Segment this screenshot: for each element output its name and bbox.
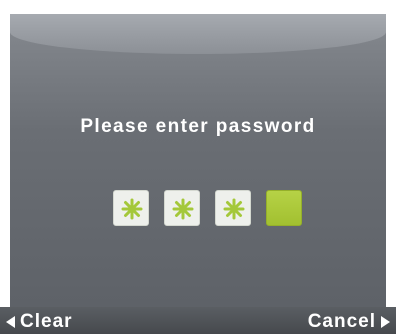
softkey-bar: Clear Cancel: [0, 307, 396, 334]
password-digit-2: [164, 190, 200, 226]
cancel-softkey[interactable]: Cancel: [308, 311, 390, 333]
asterisk-icon: [223, 198, 245, 220]
password-screen: Please enter password Clear Cancel: [0, 0, 396, 334]
panel-header: [10, 14, 386, 54]
clear-label: Clear: [20, 311, 73, 332]
clear-softkey[interactable]: Clear: [6, 311, 73, 333]
cancel-label: Cancel: [307, 311, 376, 332]
password-digit-3: [215, 190, 251, 226]
arrow-left-icon: [6, 316, 15, 328]
password-digit-4-cursor[interactable]: [266, 190, 302, 226]
password-digit-1: [113, 190, 149, 226]
content-panel: [10, 14, 386, 307]
password-prompt: Please enter password: [80, 116, 316, 137]
asterisk-icon: [121, 198, 143, 220]
asterisk-icon: [172, 198, 194, 220]
arrow-right-icon: [381, 316, 390, 328]
